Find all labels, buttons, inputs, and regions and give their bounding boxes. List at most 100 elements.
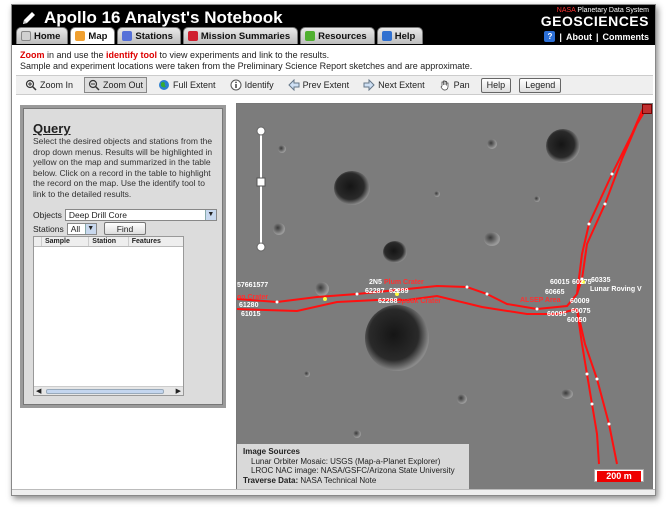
lunar-terrain-image [237, 104, 652, 490]
map-label[interactable]: 61015 [241, 311, 260, 318]
map-label[interactable]: 2N5 [369, 279, 382, 286]
zoom-in-label: Zoom In [40, 80, 74, 90]
map-toolbar: Zoom In Zoom Out Full Extent Identify Pr… [16, 75, 653, 95]
objects-select-value: Deep Drill Core [68, 210, 127, 220]
comments-link[interactable]: Comments [602, 32, 649, 42]
prev-extent-button[interactable]: Prev Extent [285, 77, 353, 93]
map-label[interactable]: on Crater [237, 294, 268, 301]
stations-row: Stations All ▼ Find [33, 222, 147, 235]
about-link[interactable]: About [566, 32, 592, 42]
brand-links: ? | About | Comments [541, 31, 649, 42]
prev-extent-label: Prev Extent [302, 80, 350, 90]
zoom-in-end[interactable] [256, 126, 266, 136]
scale-bar-label: 200 m [597, 471, 641, 482]
objects-select[interactable]: Deep Drill Core ▼ [64, 209, 217, 221]
separator: | [559, 31, 562, 42]
column-header-station[interactable]: Station [89, 237, 129, 246]
map-label[interactable]: Lunar Roving V [590, 286, 642, 293]
zoom-in-icon [25, 79, 37, 91]
column-header-features[interactable]: Features [129, 237, 183, 246]
query-description: Select the desired objects and stations … [33, 136, 213, 199]
tab-help[interactable]: Help [376, 27, 424, 44]
crater [353, 430, 361, 438]
tab-home-label: Home [34, 30, 61, 42]
find-button[interactable]: Find [103, 222, 147, 235]
app-title: Apollo 16 Analyst's Notebook [20, 8, 283, 28]
legend-button[interactable]: Legend [519, 77, 562, 93]
map-label[interactable]: 60050 [567, 317, 586, 324]
crater [546, 129, 580, 163]
zoom-out-button[interactable]: Zoom Out [84, 77, 148, 93]
map-label[interactable]: 61280 [239, 302, 258, 309]
instructions-line-2: Sample and experiment locations were tak… [20, 61, 473, 71]
map-label[interactable]: 60015 [550, 279, 569, 286]
map-label[interactable]: 62288 [378, 298, 397, 305]
crater [561, 389, 573, 399]
arrow-left-icon [287, 79, 300, 91]
resources-icon [305, 31, 316, 41]
scroll-left-icon[interactable]: ◀ [36, 387, 41, 395]
scrollbar-thumb[interactable] [46, 389, 164, 394]
map-label[interactable]: 60075 [571, 308, 590, 315]
scale-bar: 200 m [594, 469, 644, 482]
traverse-data-value: NASA Technical Note [300, 475, 377, 485]
app-title-text: Apollo 16 Analyst's Notebook [44, 8, 283, 27]
image-sources-title: Image Sources [243, 447, 300, 456]
tab-stations-label: Stations [135, 30, 173, 42]
scroll-right-icon[interactable]: ▶ [176, 387, 181, 395]
help-icon[interactable]: ? [544, 31, 556, 42]
geosciences-brand: NASA Planetary Data System GEOSCIENCES ?… [541, 7, 649, 42]
map-label[interactable]: 62289 [389, 288, 408, 295]
image-sources-box: Image Sources Lunar Orbiter Mosaic: USGS… [237, 444, 469, 490]
tab-home[interactable]: Home [16, 27, 69, 44]
map-label[interactable]: ALSEP Area [520, 297, 560, 304]
next-extent-label: Next Extent [378, 80, 425, 90]
main-tabs: Home Map Stations Mission Summaries Reso… [16, 27, 424, 44]
map-label[interactable]: 57661577 [237, 282, 268, 289]
query-title: Query [33, 121, 71, 136]
image-source-2: LROC NAC image: NASA/GSFC/Arizona State … [251, 466, 455, 475]
pan-label: Pan [453, 80, 470, 90]
crater [487, 139, 497, 149]
tab-mission-summaries[interactable]: Mission Summaries [182, 27, 299, 44]
map-label[interactable]: 62287 [365, 288, 384, 295]
zoom-out-label: Zoom Out [103, 80, 144, 90]
tab-resources[interactable]: Resources [300, 27, 375, 44]
map-label[interactable]: 60009 [570, 298, 589, 305]
tab-map[interactable]: Map [70, 27, 116, 44]
map-view[interactable]: 57661577 on Crater 61280 61015 2N5 Plum … [236, 103, 653, 491]
crater [334, 171, 370, 205]
stations-select[interactable]: All ▼ [66, 222, 97, 235]
zoom-slider-thumb[interactable] [256, 177, 266, 187]
map-label[interactable]: 60335 [591, 277, 610, 284]
tab-mission-summaries-label: Mission Summaries [200, 30, 291, 42]
zoom-slider[interactable] [256, 126, 266, 252]
instructions-line-1: Zoom in and use the identify tool to vie… [20, 50, 472, 61]
map-label[interactable]: Spook Crater [397, 298, 441, 305]
next-extent-button[interactable]: Next Extent [360, 77, 428, 93]
pan-button[interactable]: Pan [436, 77, 473, 93]
map-label[interactable]: Plum Crater [384, 279, 424, 286]
objects-row: Objects Deep Drill Core ▼ [33, 209, 217, 221]
instructions-text-a: in and use the [44, 50, 107, 60]
tab-stations[interactable]: Stations [117, 27, 181, 44]
objects-label: Objects [33, 210, 62, 220]
zoom-in-button[interactable]: Zoom In [22, 77, 76, 93]
crater [365, 305, 429, 371]
crater [534, 196, 540, 202]
map-label[interactable]: 60665 [545, 289, 564, 296]
identify-button[interactable]: Identify [227, 77, 277, 93]
crater [484, 232, 500, 246]
horizontal-scrollbar[interactable]: ◀ ▶ [34, 386, 183, 395]
maximize-map-icon[interactable] [642, 104, 652, 114]
crater [434, 191, 440, 197]
hand-icon [440, 80, 449, 91]
column-header-sample[interactable]: Sample [42, 237, 90, 246]
zoom-out-end[interactable] [256, 242, 266, 252]
chevron-down-icon: ▼ [204, 210, 216, 220]
help-button[interactable]: Help [480, 77, 512, 93]
crater [278, 145, 286, 153]
full-extent-button[interactable]: Full Extent [155, 77, 219, 93]
map-label[interactable]: 60095 [547, 311, 566, 318]
map-label[interactable]: 60275 [572, 279, 591, 286]
